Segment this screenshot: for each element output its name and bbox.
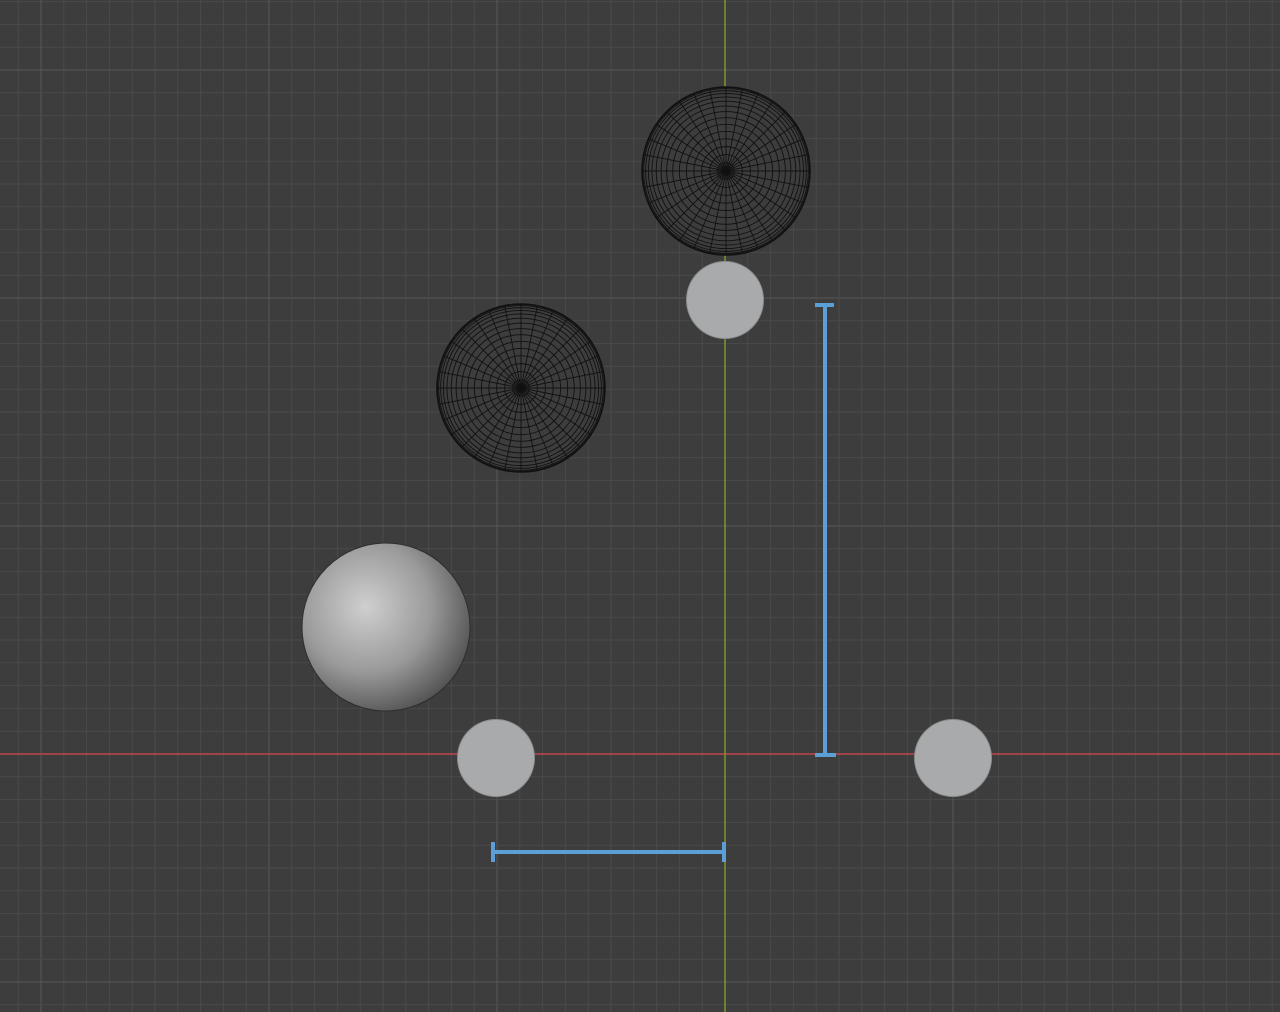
viewport-background xyxy=(0,0,1280,1012)
sphere-wireframe-mid[interactable] xyxy=(436,303,606,473)
3d-viewport[interactable] xyxy=(0,0,1280,1012)
disc-left[interactable] xyxy=(457,719,535,797)
disc-right[interactable] xyxy=(914,719,992,797)
sphere-solid[interactable] xyxy=(301,542,471,712)
disc-top[interactable] xyxy=(686,261,764,339)
sphere-wireframe-top[interactable] xyxy=(641,86,811,256)
